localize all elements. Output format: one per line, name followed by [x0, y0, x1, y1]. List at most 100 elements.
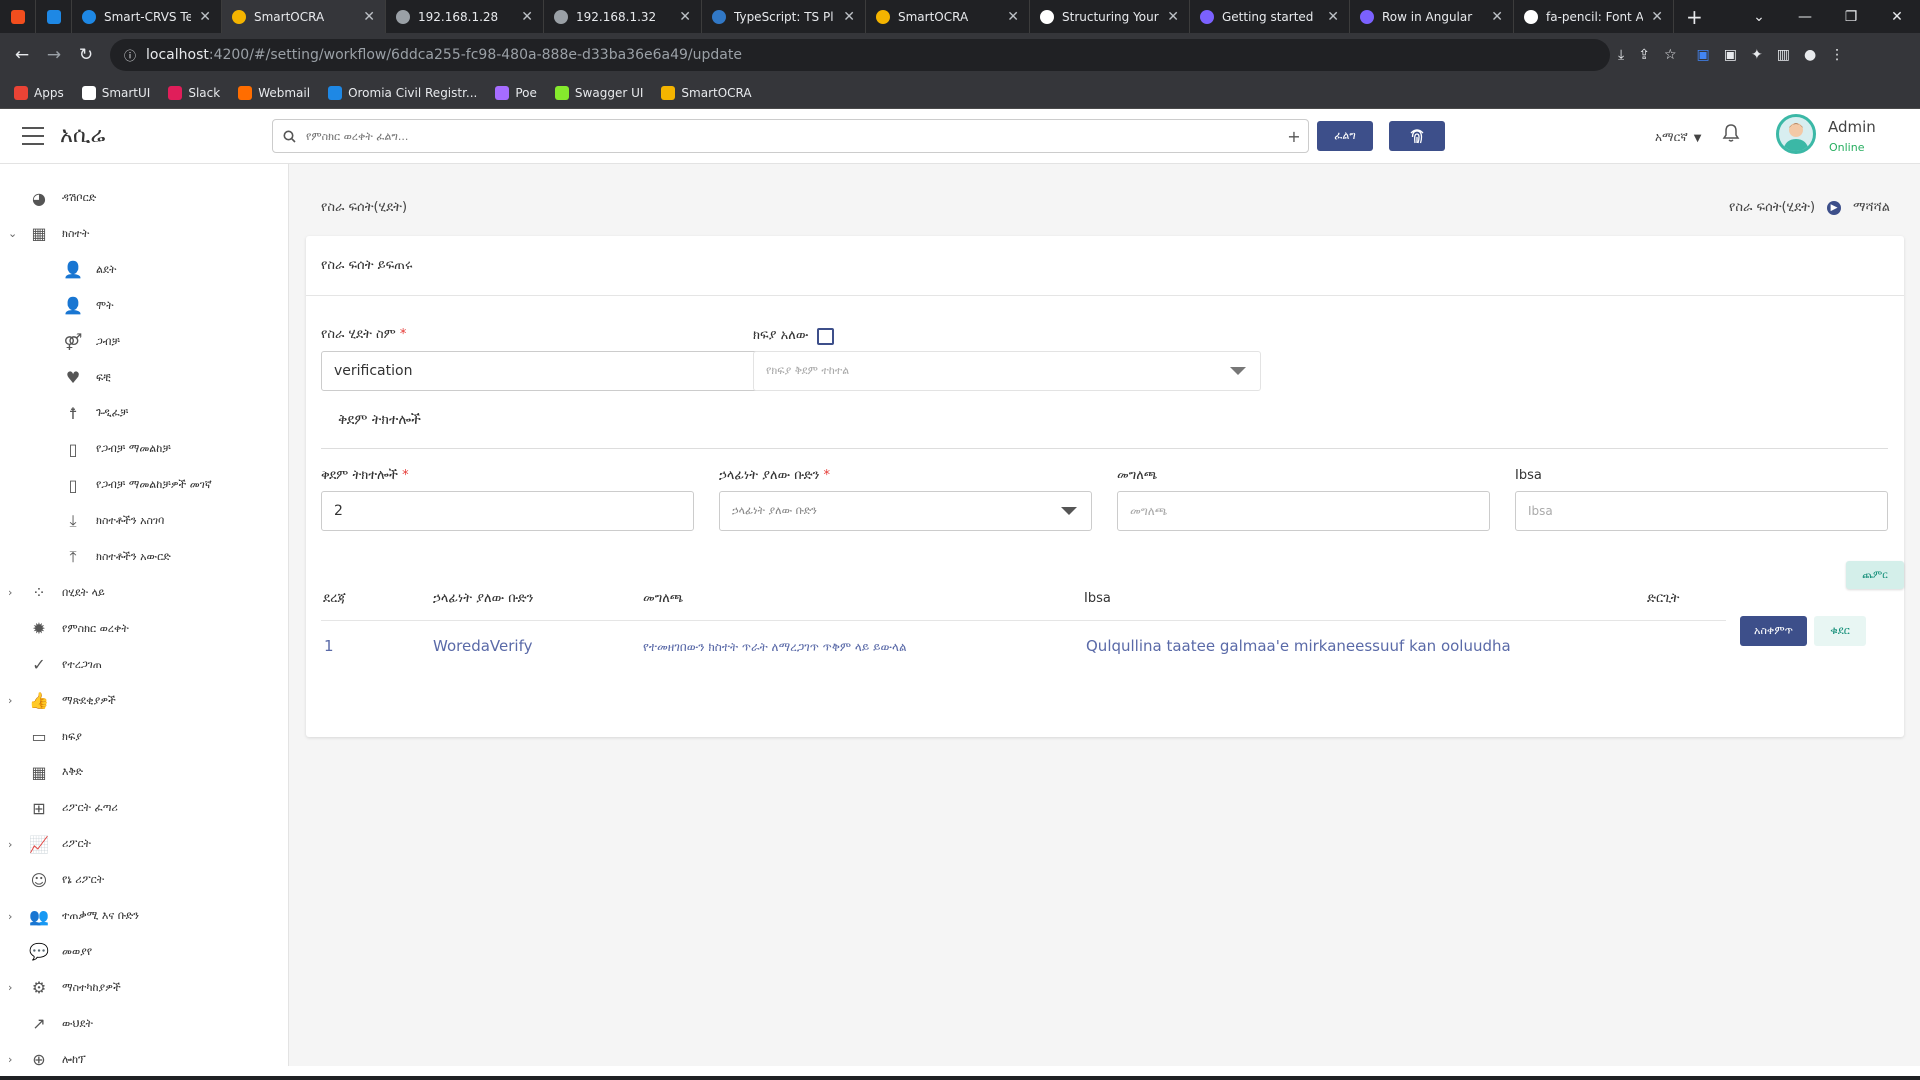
browser-tab-icon[interactable] — [36, 0, 72, 33]
profile-icon[interactable]: ● — [1804, 47, 1816, 63]
chevron-right-icon[interactable]: › — [8, 694, 12, 707]
chevron-right-icon[interactable]: › — [8, 910, 12, 923]
bookmark-item[interactable]: Apps — [14, 85, 64, 100]
bookmark-item[interactable]: SmartUI — [81, 85, 150, 100]
browser-tab[interactable]: TypeScript: TS Pl ✕ — [702, 0, 866, 33]
extension-fi-icon[interactable]: ▣ — [1697, 47, 1710, 63]
sidebar-item[interactable]: ▭ ክፍያ — [0, 719, 288, 755]
avatar[interactable] — [1776, 114, 1816, 154]
description-input[interactable] — [1117, 491, 1490, 531]
tab-search-icon[interactable]: ⌄ — [1736, 0, 1782, 33]
browser-tab[interactable]: Getting started ✕ — [1190, 0, 1350, 33]
sidebar-item[interactable]: ↗ ውህደት — [0, 1006, 288, 1042]
chevron-right-icon[interactable]: › — [8, 586, 12, 599]
browser-tab[interactable]: SmartOCRA ✕ — [866, 0, 1030, 33]
sidebar-item[interactable]: ✓ የተረጋገጠ — [0, 647, 288, 683]
sidebar-item[interactable]: ✹ የምስክር ወረቀት — [0, 611, 288, 647]
sidebar-item[interactable]: ☨ ጉዲፈቻ — [0, 395, 288, 431]
browser-menu[interactable] — [0, 0, 36, 33]
tab-close-icon[interactable]: ✕ — [521, 9, 533, 25]
bookmark-item[interactable]: Slack — [168, 85, 220, 100]
bookmark-item[interactable]: Oromia Civil Registr... — [328, 85, 477, 100]
sidebar-item-label: በሂደት ላይ — [62, 585, 105, 599]
sidebar-item[interactable]: ▦ እቅድ — [0, 754, 288, 790]
chevron-right-icon[interactable]: › — [8, 838, 12, 851]
sidebar-item[interactable]: ⊞ ሪፖርት ፈጣሪ — [0, 790, 288, 826]
sidebar-item[interactable]: ⌄ ▦ ክስተት — [0, 216, 288, 252]
browser-tab[interactable]: Row in Angular ✕ — [1350, 0, 1514, 33]
tab-close-icon[interactable]: ✕ — [679, 9, 691, 25]
sidebar-item[interactable]: 💬 መወያየ — [0, 934, 288, 970]
tab-close-icon[interactable]: ✕ — [363, 9, 375, 25]
browser-tab[interactable]: Smart-CRVS Tea ✕ — [72, 0, 222, 33]
browser-tab[interactable]: 192.168.1.32 ✕ — [544, 0, 702, 33]
sidebar-item[interactable]: 👤 ልደት — [0, 252, 288, 288]
notification-bell-icon[interactable] — [1722, 123, 1740, 147]
sidebar-item[interactable]: ⚤ ጋብቻ — [0, 324, 288, 360]
tab-close-icon[interactable]: ✕ — [1491, 9, 1503, 25]
step-input[interactable] — [321, 491, 694, 531]
fingerprint-button[interactable] — [1389, 121, 1445, 151]
sidebar-item[interactable]: ⤓ ክስተቶችን አስገባ — [0, 503, 288, 539]
chevron-down-icon[interactable]: ⌄ — [8, 227, 17, 240]
bookmark-item[interactable]: SmartOCRA — [661, 85, 752, 100]
bookmark-item[interactable]: Swagger UI — [554, 85, 643, 100]
search-button[interactable]: ፈልግ — [1317, 121, 1373, 151]
back-icon[interactable]: ← — [6, 45, 38, 65]
sidebar-item[interactable]: ♥ ፍቺ — [0, 360, 288, 396]
plus-icon[interactable]: + — [1280, 127, 1308, 146]
sidebar-item[interactable]: ☺ የኔ ሪፖርት — [0, 862, 288, 898]
browser-tab[interactable]: SmartOCRA ✕ — [222, 0, 386, 33]
puzzle-icon[interactable]: ✦ — [1751, 47, 1763, 63]
chevron-right-icon[interactable]: › — [8, 1053, 12, 1066]
breadcrumb-parent[interactable]: የስራ ፍሰት(ሂደት) — [1729, 200, 1815, 215]
sidebar-item[interactable]: ▯ የጋብቻ ማመልከቻዎች መገኛ — [0, 467, 288, 503]
restore-button[interactable]: ❐ — [1828, 0, 1874, 33]
tab-close-icon[interactable]: ✕ — [1327, 9, 1339, 25]
share-icon[interactable]: ⇪ — [1638, 47, 1650, 63]
new-tab-button[interactable]: + — [1686, 5, 1703, 29]
sidebar-item[interactable]: › ⚙ ማስተካከያዎች — [0, 970, 288, 1006]
tab-close-icon[interactable]: ✕ — [843, 9, 855, 25]
tab-close-icon[interactable]: ✕ — [1007, 9, 1019, 25]
chevron-right-icon[interactable]: › — [8, 981, 12, 994]
save-button[interactable]: አስቀምጥ — [1740, 616, 1807, 646]
install-icon[interactable]: ⤓ — [1618, 47, 1624, 63]
bookmark-star-icon[interactable]: ☆ — [1664, 47, 1677, 63]
sidebar-item[interactable]: ⤒ ክስተቶችን አውርድ — [0, 539, 288, 575]
sidebar-item[interactable]: › 📈 ሪፖርት — [0, 826, 288, 862]
sidebar-item[interactable]: › 👥 ተጠቃሚ እና ቡድን — [0, 898, 288, 934]
kebab-menu-icon[interactable]: ⋮ — [1830, 47, 1844, 63]
sidebar-item[interactable]: › ⁘ በሂደት ላይ — [0, 575, 288, 611]
language-selector[interactable]: አማርኛ ▼ — [1655, 130, 1701, 145]
add-step-button[interactable]: ጨምር — [1846, 561, 1904, 589]
hamburger-menu-icon[interactable] — [22, 127, 44, 151]
minimize-button[interactable]: — — [1782, 0, 1828, 33]
sidebar-item[interactable]: › 👍 ማጽደቂያዎች — [0, 683, 288, 719]
sidebar-item[interactable]: › ⊕ ሎከፕ — [0, 1042, 288, 1066]
browser-tab[interactable]: 192.168.1.28 ✕ — [386, 0, 544, 33]
extension-icon[interactable]: ▣ — [1724, 47, 1737, 63]
bookmark-item[interactable]: Webmail — [238, 85, 310, 100]
ibsa-input[interactable] — [1515, 491, 1888, 531]
back-button[interactable]: ቁደር — [1814, 616, 1866, 646]
tab-close-icon[interactable]: ✕ — [1651, 9, 1663, 25]
search-input[interactable] — [306, 129, 1280, 143]
forward-icon[interactable]: → — [38, 45, 70, 65]
tab-close-icon[interactable]: ✕ — [1167, 9, 1179, 25]
url-input[interactable]: ⓘ localhost:4200/#/setting/workflow/6ddc… — [110, 39, 1610, 71]
browser-tab[interactable]: Structuring Your ✕ — [1030, 0, 1190, 33]
has-payment-checkbox[interactable] — [817, 328, 834, 345]
sidebar-item[interactable]: 👤 ሞት — [0, 288, 288, 324]
sidebar-item[interactable]: ▯ የጋብቻ ማመልከቻ — [0, 431, 288, 467]
reload-icon[interactable]: ↻ — [70, 45, 102, 65]
site-info-icon[interactable]: ⓘ — [124, 47, 136, 64]
sidebar-item[interactable]: ◕ ዳሽቦርድ — [0, 180, 288, 216]
browser-tab[interactable]: fa-pencil: Font A ✕ — [1514, 0, 1674, 33]
group-select[interactable]: ኃላፊነት ያለው ቡድን — [719, 491, 1092, 531]
payment-step-select[interactable]: የክፍያ ቅደም ተከተል — [753, 351, 1261, 391]
close-window-button[interactable]: ✕ — [1874, 0, 1920, 33]
tab-close-icon[interactable]: ✕ — [199, 9, 211, 25]
bookmark-item[interactable]: Poe — [495, 85, 537, 100]
sidepanel-icon[interactable]: ▥ — [1777, 47, 1790, 63]
